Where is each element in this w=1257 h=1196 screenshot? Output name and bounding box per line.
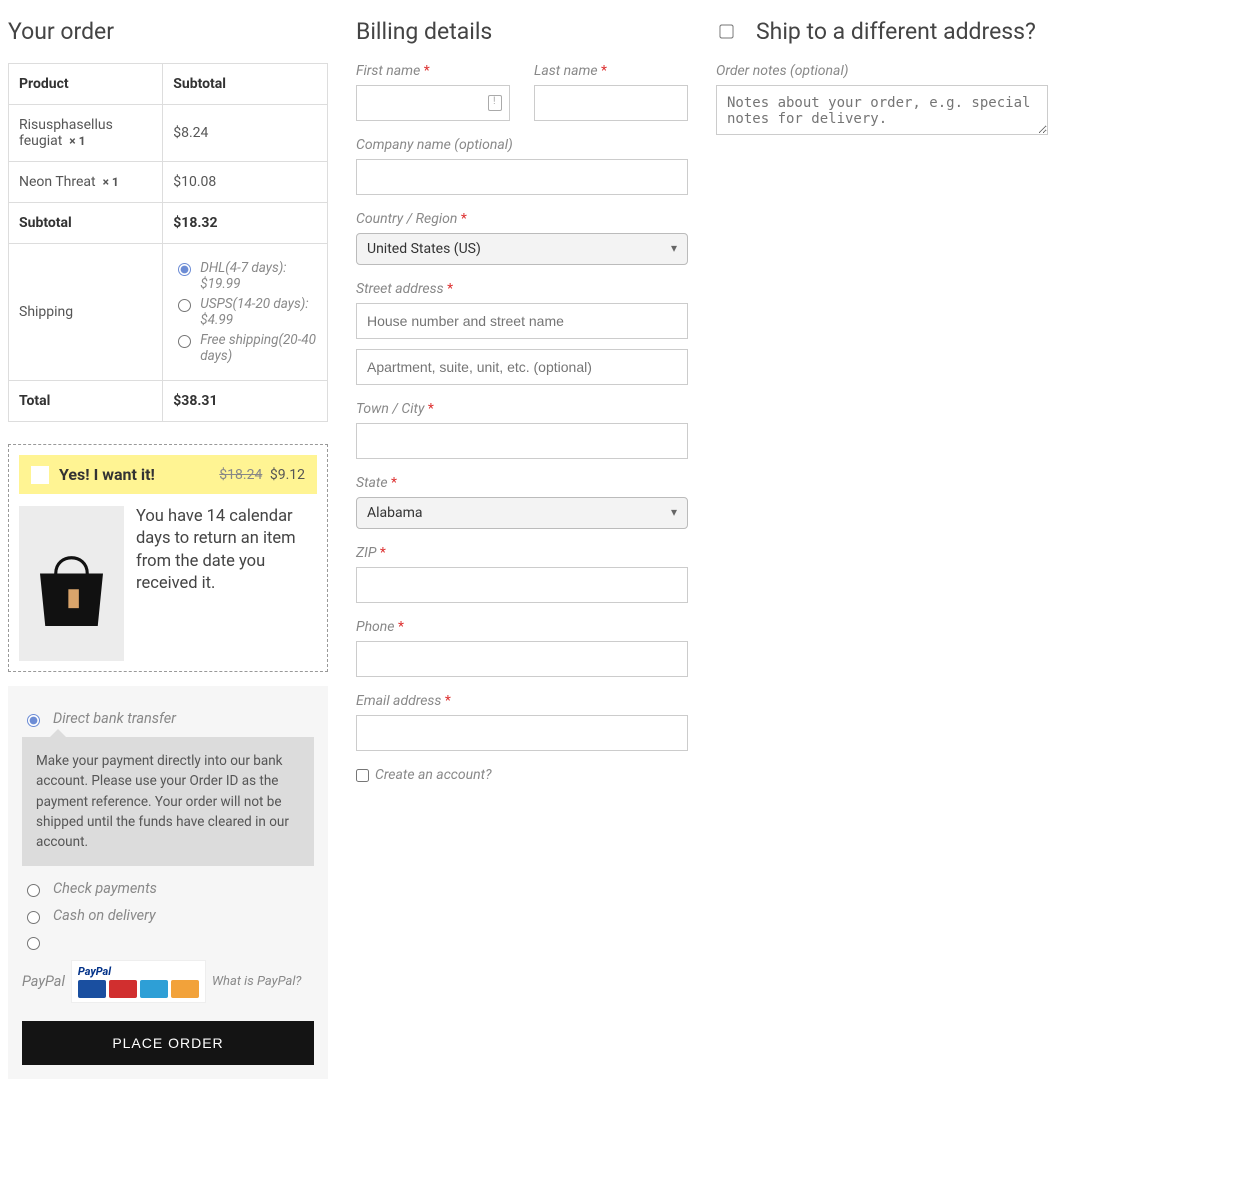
payment-option-check[interactable]: Check payments <box>22 880 314 897</box>
shipping-option-label: DHL(4-7 days): $19.99 <box>200 260 317 292</box>
upsell-new-price: $9.12 <box>270 467 305 483</box>
payment-box: Direct bank transfer Make your payment d… <box>8 686 328 1079</box>
what-is-paypal-link[interactable]: What is PayPal? <box>212 974 301 989</box>
city-label: Town / City * <box>356 401 688 417</box>
order-header-subtotal: Subtotal <box>163 64 328 105</box>
country-label: Country / Region * <box>356 211 688 227</box>
shipping-radio[interactable] <box>178 299 191 312</box>
payment-radio[interactable] <box>27 884 40 897</box>
upsell-old-price: $18.24 <box>219 467 262 483</box>
state-select[interactable]: Alabama <box>356 497 688 529</box>
order-item-qty: × 1 <box>69 134 85 148</box>
place-order-button[interactable]: PLACE ORDER <box>22 1021 314 1065</box>
upsell-bar[interactable]: Yes! I want it! $18.24 $9.12 <box>19 455 317 494</box>
payment-radio-paypal[interactable] <box>27 937 40 950</box>
payment-option-label: Check payments <box>53 880 157 897</box>
phone-input[interactable] <box>356 641 688 677</box>
shipping-radio[interactable] <box>178 335 191 348</box>
billing-title: Billing details <box>356 18 688 45</box>
shipping-option-usps[interactable]: USPS(14-20 days): $4.99 <box>173 296 317 328</box>
contact-card-icon <box>488 95 502 111</box>
payment-radio[interactable] <box>27 714 40 727</box>
first-name-input[interactable] <box>356 85 510 121</box>
upsell-label: Yes! I want it! <box>59 465 155 484</box>
payment-option-bank[interactable]: Direct bank transfer <box>22 710 314 727</box>
create-account-label: Create an account? <box>375 767 492 783</box>
shipping-option-label: Free shipping(20-40 days) <box>200 332 317 364</box>
ship-title[interactable]: Ship to a different address? <box>756 18 1036 45</box>
company-input[interactable] <box>356 159 688 195</box>
ship-different-checkbox[interactable] <box>719 24 733 38</box>
upsell-box: Yes! I want it! $18.24 $9.12 You have 14… <box>8 444 328 672</box>
payment-option-label: PayPal <box>22 973 65 990</box>
email-input[interactable] <box>356 715 688 751</box>
bag-icon <box>19 529 124 639</box>
mastercard-icon <box>109 980 137 998</box>
order-item-qty: × 1 <box>103 175 119 189</box>
payment-bank-description: Make your payment directly into our bank… <box>22 737 314 866</box>
create-account-row[interactable]: Create an account? <box>356 767 688 783</box>
last-name-input[interactable] <box>534 85 688 121</box>
order-item-price: $10.08 <box>163 162 328 203</box>
payment-option-label: Direct bank transfer <box>53 710 176 727</box>
zip-label: ZIP * <box>356 545 688 561</box>
street-input-2[interactable] <box>356 349 688 385</box>
payment-option-paypal[interactable]: PayPal PayPal What is PayPal? <box>22 960 314 1003</box>
create-account-checkbox[interactable] <box>356 769 369 782</box>
upsell-checkbox[interactable] <box>31 466 49 484</box>
order-item-name: Risusphasellus feugiat <box>19 117 113 149</box>
amex-icon <box>140 980 168 998</box>
order-row: Risusphasellus feugiat × 1 $8.24 <box>9 105 328 162</box>
order-total-label: Total <box>9 381 163 422</box>
order-notes-input[interactable] <box>716 85 1048 135</box>
upsell-text: You have 14 calendar days to return an i… <box>136 506 317 661</box>
company-label: Company name (optional) <box>356 137 688 153</box>
street-label: Street address * <box>356 281 688 297</box>
city-input[interactable] <box>356 423 688 459</box>
order-table: Product Subtotal Risusphasellus feugiat … <box>8 63 328 422</box>
upsell-product-image <box>19 506 124 661</box>
order-header-product: Product <box>9 64 163 105</box>
order-shipping-label: Shipping <box>9 244 163 381</box>
order-subtotal-value: $18.32 <box>163 203 328 244</box>
order-total-value: $38.31 <box>163 381 328 422</box>
shipping-option-free[interactable]: Free shipping(20-40 days) <box>173 332 317 364</box>
order-title: Your order <box>8 18 328 45</box>
order-subtotal-label: Subtotal <box>9 203 163 244</box>
zip-input[interactable] <box>356 567 688 603</box>
street-input-1[interactable] <box>356 303 688 339</box>
first-name-label: First name * <box>356 63 510 79</box>
paypal-cards-icon: PayPal <box>71 960 206 1003</box>
shipping-option-label: USPS(14-20 days): $4.99 <box>200 296 317 328</box>
order-row: Neon Threat × 1 $10.08 <box>9 162 328 203</box>
email-label: Email address * <box>356 693 688 709</box>
phone-label: Phone * <box>356 619 688 635</box>
payment-radio[interactable] <box>27 911 40 924</box>
discover-icon <box>171 980 199 998</box>
order-notes-label: Order notes (optional) <box>716 63 1048 79</box>
country-select[interactable]: United States (US) <box>356 233 688 265</box>
shipping-radio[interactable] <box>178 263 191 276</box>
state-label: State * <box>356 475 688 491</box>
visa-icon <box>78 980 106 998</box>
payment-option-cod[interactable]: Cash on delivery <box>22 907 314 924</box>
paypal-brand: PayPal <box>78 965 199 978</box>
order-item-name: Neon Threat <box>19 174 96 190</box>
order-item-price: $8.24 <box>163 105 328 162</box>
payment-option-label: Cash on delivery <box>53 907 156 924</box>
shipping-option-dhl[interactable]: DHL(4-7 days): $19.99 <box>173 260 317 292</box>
last-name-label: Last name * <box>534 63 688 79</box>
